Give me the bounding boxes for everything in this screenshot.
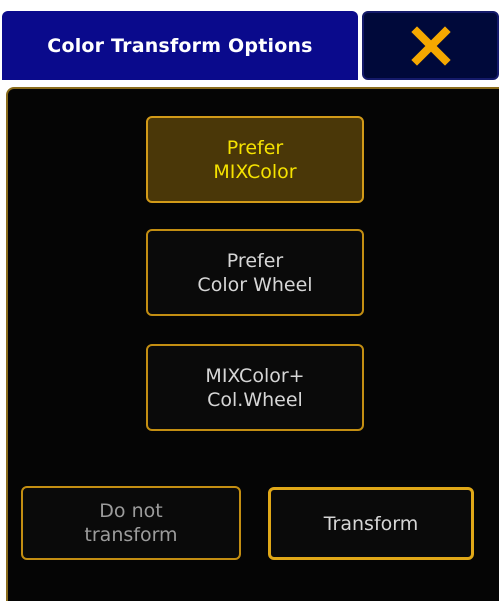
button-label-line1: MIXColor+ xyxy=(205,364,305,387)
transform-button[interactable]: Transform xyxy=(268,487,474,560)
button-label-line1: Prefer xyxy=(226,249,284,272)
button-label-line1: Prefer xyxy=(226,136,284,159)
mixcolor-plus-colwheel-button[interactable]: MIXColor+ Col.Wheel xyxy=(146,344,364,431)
button-label-line2: Col.Wheel xyxy=(207,388,303,411)
close-button[interactable] xyxy=(362,11,499,80)
button-label-line2: MIXColor xyxy=(213,160,297,183)
close-x-icon xyxy=(410,25,451,66)
dialog-title: Color Transform Options xyxy=(47,34,313,57)
do-not-transform-button[interactable]: Do not transform xyxy=(21,486,241,560)
color-transform-dialog: Color Transform Options Prefer MIXColor … xyxy=(0,0,499,601)
prefer-mixcolor-button[interactable]: Prefer MIXColor xyxy=(146,116,364,203)
button-label-line1: Do not xyxy=(99,500,163,522)
transform-button-label: Transform xyxy=(323,512,419,535)
button-label-line2: Color Wheel xyxy=(197,273,313,296)
button-label-line2: transform xyxy=(84,524,178,546)
prefer-color-wheel-button[interactable]: Prefer Color Wheel xyxy=(146,229,364,316)
dialog-title-bar: Color Transform Options xyxy=(2,11,358,80)
